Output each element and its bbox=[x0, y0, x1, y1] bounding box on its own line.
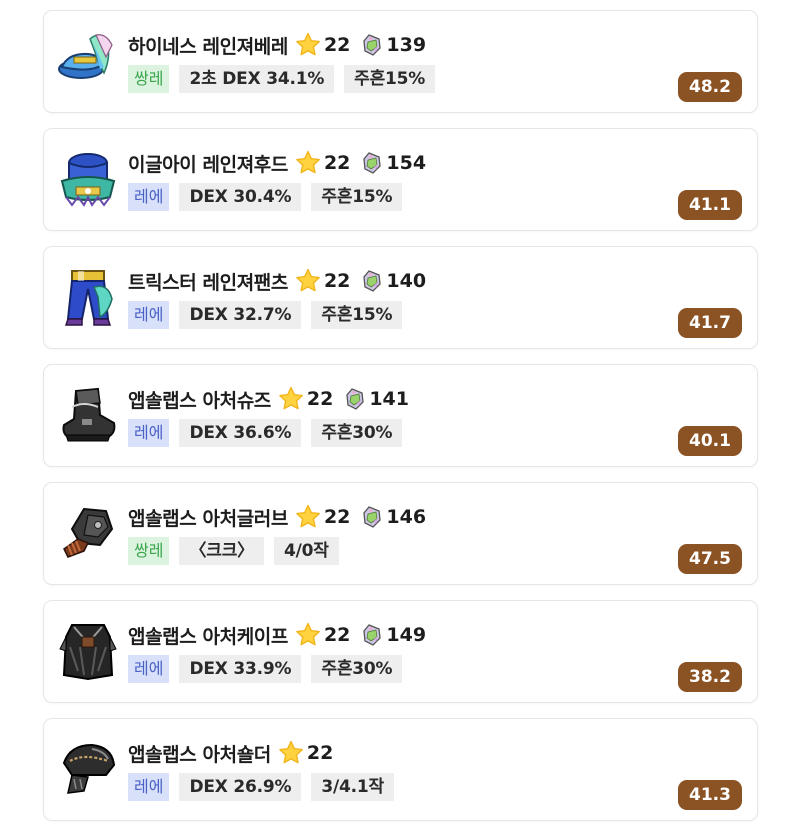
item-card[interactable]: 앱솔랩스 아처글러브 22 146 쌍레 〈크크〉 4/0작 47.5 bbox=[43, 482, 758, 585]
stat-tag: 〈크크〉 bbox=[179, 537, 264, 565]
item-title-row: 하이네스 레인져베레 22 139 bbox=[128, 29, 426, 61]
item-tag-row: 레에 DEX 36.6% 주흔30% bbox=[128, 419, 412, 447]
gem-icon bbox=[361, 269, 383, 293]
star-icon bbox=[294, 503, 322, 531]
score-badge: 48.2 bbox=[678, 72, 742, 102]
gem-icon bbox=[361, 151, 383, 175]
stat-tag: 4/0작 bbox=[273, 537, 339, 565]
score-badge: 41.7 bbox=[678, 308, 742, 338]
item-title-row: 이글아이 레인져후드 22 154 bbox=[128, 147, 426, 179]
star-icon bbox=[294, 267, 322, 295]
item-name: 앱솔랩스 아처슈즈 bbox=[128, 389, 271, 412]
gem-icon bbox=[361, 33, 383, 57]
stat-tag: 2초 DEX 34.1% bbox=[179, 65, 335, 93]
gem-value: 149 bbox=[386, 624, 427, 646]
star-force-count: 22 bbox=[306, 388, 334, 410]
item-name: 트릭스터 레인져팬츠 bbox=[128, 271, 288, 294]
item-title-row: 앱솔랩스 아처케이프 22 149 bbox=[128, 619, 426, 651]
star-icon bbox=[277, 385, 305, 413]
item-tag-row: 레에 DEX 33.9% 주흔30% bbox=[128, 655, 412, 683]
potential-grade-tag: 쌍레 bbox=[128, 65, 170, 93]
item-title-row: 트릭스터 레인져팬츠 22 140 bbox=[128, 265, 426, 297]
item-title-row: 앱솔랩스 아처숄더 22 bbox=[128, 737, 333, 769]
item-card[interactable]: 앱솔랩스 아처케이프 22 149 레에 DEX 33.9% 주흔30% 38.2 bbox=[43, 600, 758, 703]
item-card[interactable]: 트릭스터 레인져팬츠 22 140 레에 DEX 32.7% 주흔15% 41.7 bbox=[43, 246, 758, 349]
trickster-ranger-pants-icon bbox=[54, 263, 122, 331]
potential-grade-tag: 쌍레 bbox=[128, 537, 170, 565]
star-force-count: 22 bbox=[323, 506, 351, 528]
stat-tag: 3/4.1작 bbox=[311, 773, 394, 801]
stat-tag: DEX 32.7% bbox=[179, 301, 302, 329]
stat-tag: DEX 33.9% bbox=[179, 655, 302, 683]
stat-tag: 주흔30% bbox=[311, 655, 403, 683]
score-badge: 41.1 bbox=[678, 190, 742, 220]
item-tag-row: 레에 DEX 30.4% 주흔15% bbox=[128, 183, 412, 211]
item-tag-row: 레에 DEX 26.9% 3/4.1작 bbox=[128, 773, 404, 801]
star-icon bbox=[294, 149, 322, 177]
item-card[interactable]: 앱솔랩스 아처슈즈 22 141 레에 DEX 36.6% 주흔30% 40.1 bbox=[43, 364, 758, 467]
eagle-eye-ranger-hood-icon bbox=[54, 145, 122, 213]
potential-grade-tag: 레에 bbox=[128, 655, 170, 683]
absolab-archer-glove-icon bbox=[54, 499, 122, 567]
item-tag-row: 레에 DEX 32.7% 주흔15% bbox=[128, 301, 412, 329]
star-icon bbox=[277, 739, 305, 767]
highness-ranger-beret-icon bbox=[54, 27, 122, 95]
stat-tag: 주흔15% bbox=[344, 65, 436, 93]
gem-icon bbox=[361, 623, 383, 647]
score-badge: 40.1 bbox=[678, 426, 742, 456]
item-title-row: 앱솔랩스 아처글러브 22 146 bbox=[128, 501, 426, 533]
gem-value: 141 bbox=[369, 388, 409, 410]
gem-value: 154 bbox=[386, 152, 427, 174]
item-card[interactable]: 하이네스 레인져베레 22 139 쌍레 2초 DEX 34.1% 주흔15% 48.2 bbox=[43, 10, 758, 113]
star-force-count: 22 bbox=[323, 624, 351, 646]
score-badge: 38.2 bbox=[678, 662, 742, 692]
score-badge: 47.5 bbox=[678, 544, 742, 574]
item-card[interactable]: 이글아이 레인져후드 22 154 레에 DEX 30.4% 주흔15% 41.1 bbox=[43, 128, 758, 231]
item-tag-row: 쌍레 2초 DEX 34.1% 주흔15% bbox=[128, 65, 445, 93]
star-icon bbox=[294, 31, 322, 59]
stat-tag: 주흔15% bbox=[311, 301, 403, 329]
absolab-archer-shoulder-icon bbox=[54, 735, 122, 803]
potential-grade-tag: 레에 bbox=[128, 773, 170, 801]
gem-icon bbox=[344, 387, 366, 411]
item-name: 앱솔랩스 아처글러브 bbox=[128, 507, 288, 530]
star-force-count: 22 bbox=[306, 742, 334, 764]
item-name: 앱솔랩스 아처케이프 bbox=[128, 625, 288, 648]
item-name: 앱솔랩스 아처숄더 bbox=[128, 743, 271, 766]
stat-tag: DEX 26.9% bbox=[179, 773, 302, 801]
gem-value: 140 bbox=[386, 270, 427, 292]
absolab-archer-shoes-icon bbox=[54, 381, 122, 449]
gem-icon bbox=[361, 505, 383, 529]
item-name: 하이네스 레인져베레 bbox=[128, 35, 288, 58]
stat-tag: 주흔30% bbox=[311, 419, 403, 447]
potential-grade-tag: 레에 bbox=[128, 301, 170, 329]
item-tag-row: 쌍레 〈크크〉 4/0작 bbox=[128, 537, 349, 565]
score-badge: 41.3 bbox=[678, 780, 742, 810]
stat-tag: DEX 36.6% bbox=[179, 419, 302, 447]
star-icon bbox=[294, 621, 322, 649]
equipment-list: 하이네스 레인져베레 22 139 쌍레 2초 DEX 34.1% 주흔15% 48.2 이글… bbox=[0, 0, 800, 830]
gem-value: 139 bbox=[386, 34, 427, 56]
star-force-count: 22 bbox=[323, 152, 351, 174]
star-force-count: 22 bbox=[323, 34, 351, 56]
potential-grade-tag: 레에 bbox=[128, 419, 170, 447]
stat-tag: DEX 30.4% bbox=[179, 183, 302, 211]
item-card[interactable]: 앱솔랩스 아처숄더 22 레에 DEX 26.9% 3/4.1작 41.3 bbox=[43, 718, 758, 821]
absolab-archer-cape-icon bbox=[54, 617, 122, 685]
gem-value: 146 bbox=[386, 506, 427, 528]
stat-tag: 주흔15% bbox=[311, 183, 403, 211]
potential-grade-tag: 레에 bbox=[128, 183, 170, 211]
item-name: 이글아이 레인져후드 bbox=[128, 153, 288, 176]
item-title-row: 앱솔랩스 아처슈즈 22 141 bbox=[128, 383, 409, 415]
star-force-count: 22 bbox=[323, 270, 351, 292]
